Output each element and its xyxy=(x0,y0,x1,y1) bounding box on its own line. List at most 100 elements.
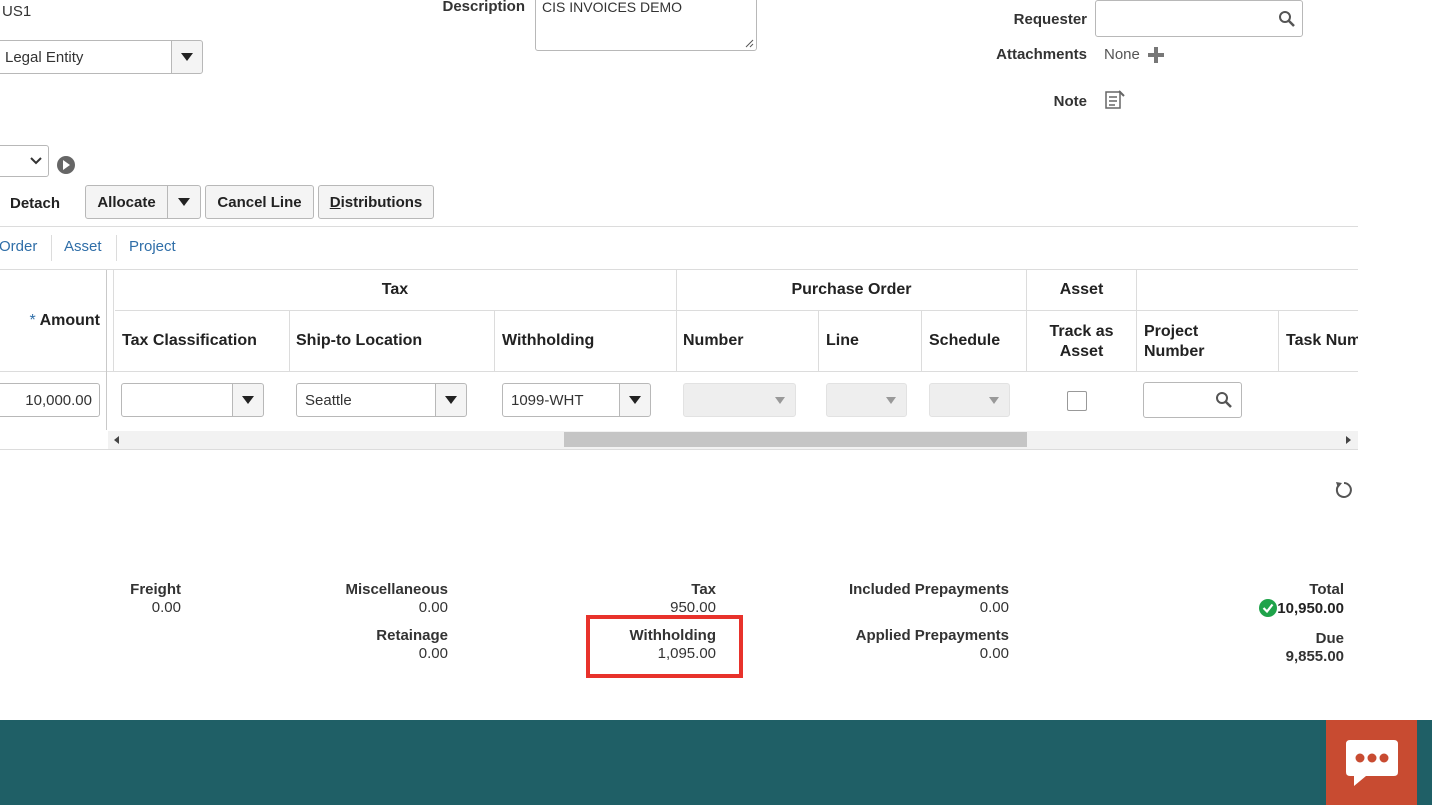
chevron-down-icon xyxy=(989,397,999,404)
tax-total-value: 950.00 xyxy=(670,599,716,616)
tax-total-label: Tax xyxy=(691,581,716,598)
invoice-total-label: Total xyxy=(1309,581,1344,598)
requester-input[interactable] xyxy=(1095,0,1303,37)
chevron-down-icon xyxy=(178,198,190,206)
note-icon[interactable] xyxy=(1105,90,1125,110)
withholding-select[interactable]: 1099-WHT xyxy=(502,383,620,417)
po-schedule-select xyxy=(929,383,1010,417)
chat-button[interactable] xyxy=(1326,720,1417,805)
attachments-value: None xyxy=(1104,46,1140,63)
legal-entity-placeholder: Legal Entity xyxy=(5,48,84,66)
withholding-total-value: 1,095.00 xyxy=(657,645,716,662)
tab-asset[interactable]: Asset xyxy=(64,238,102,255)
toolbar-divider xyxy=(0,226,1358,227)
col-divider xyxy=(289,311,290,371)
amount-header-label: Amount xyxy=(39,312,100,329)
table-bottom-border xyxy=(0,449,1358,450)
track-as-asset-checkbox[interactable] xyxy=(1067,391,1087,411)
business-unit-value: US1 xyxy=(2,3,32,20)
amount-header[interactable]: * Amount xyxy=(0,312,100,330)
po-number-header[interactable]: Number xyxy=(683,332,743,350)
project-number-input[interactable] xyxy=(1143,382,1242,418)
chevron-down-icon xyxy=(445,396,457,404)
withholding-header[interactable]: Withholding xyxy=(502,332,594,350)
amount-value: 10,000.00 xyxy=(25,391,92,409)
invoice-total-row: 10,950.00 xyxy=(1200,599,1344,617)
asset-group-header: Asset xyxy=(1059,281,1104,298)
scroll-left-arrow[interactable] xyxy=(114,436,119,444)
description-textarea[interactable]: CIS INVOICES DEMO xyxy=(535,0,757,51)
footer-banner xyxy=(0,720,1432,805)
scrollbar-thumb[interactable] xyxy=(564,432,1027,447)
frozen-column-divider xyxy=(106,270,107,430)
miscellaneous-value: 0.00 xyxy=(418,599,448,616)
legal-entity-select[interactable]: Legal Entity xyxy=(0,40,172,74)
detach-label: Detach xyxy=(10,194,61,212)
description-label: Description xyxy=(442,0,525,15)
resize-handle-icon[interactable] xyxy=(745,39,754,48)
tab-order[interactable]: Order xyxy=(0,238,37,255)
distributions-label: istributions xyxy=(340,193,423,211)
miscellaneous-label: Miscellaneous xyxy=(345,581,448,598)
tax-classification-dropdown-button[interactable] xyxy=(232,383,264,417)
detach-button[interactable]: Detach xyxy=(0,186,68,220)
chevron-down-icon xyxy=(886,397,896,404)
po-number-select xyxy=(683,383,796,417)
col-divider xyxy=(818,311,819,371)
tab-project[interactable]: Project xyxy=(129,238,176,255)
col-divider xyxy=(1136,270,1137,371)
included-prepayments-label: Included Prepayments xyxy=(848,581,1009,598)
attachments-label: Attachments xyxy=(996,46,1087,63)
project-number-header[interactable]: Project Number xyxy=(1144,322,1204,362)
project-number-header-line1: Project xyxy=(1144,323,1199,340)
due-value: 9,855.00 xyxy=(1285,648,1344,665)
add-icon[interactable] xyxy=(1147,46,1165,64)
purchase-order-group-header: Purchase Order xyxy=(791,281,912,298)
col-divider xyxy=(494,311,495,371)
tax-classification-select[interactable] xyxy=(121,383,233,417)
invoice-total-value: 10,950.00 xyxy=(1277,599,1344,617)
amount-input[interactable]: 10,000.00 xyxy=(0,383,100,417)
requester-label: Requester xyxy=(1013,11,1087,28)
view-select[interactable] xyxy=(0,145,49,177)
description-text: CIS INVOICES DEMO xyxy=(542,0,683,15)
distributions-button[interactable]: Distributions xyxy=(318,185,434,219)
project-number-header-line2: Number xyxy=(1144,343,1205,360)
chevron-down-icon xyxy=(775,397,785,404)
refresh-icon[interactable] xyxy=(1333,479,1355,501)
col-divider xyxy=(921,311,922,371)
included-prepayments-value: 0.00 xyxy=(979,599,1009,616)
search-icon[interactable] xyxy=(1278,10,1296,28)
withholding-dropdown-button[interactable] xyxy=(619,383,651,417)
freight-label: Freight xyxy=(130,581,181,598)
chevron-down-icon xyxy=(181,53,193,61)
go-icon[interactable] xyxy=(56,155,76,175)
search-icon[interactable] xyxy=(1215,391,1233,409)
po-schedule-header[interactable]: Schedule xyxy=(929,332,1000,350)
horizontal-scrollbar[interactable] xyxy=(108,431,1358,449)
table-group-divider xyxy=(115,310,1358,311)
ship-to-location-dropdown-button[interactable] xyxy=(435,383,467,417)
distributions-mnemonic: D xyxy=(329,193,341,211)
tax-classification-header[interactable]: Tax Classification xyxy=(122,332,257,350)
check-circle-icon xyxy=(1259,599,1278,617)
track-as-asset-header[interactable]: Track as Asset xyxy=(1027,322,1136,362)
po-line-select xyxy=(826,383,907,417)
retainage-value: 0.00 xyxy=(418,645,448,662)
scroll-right-arrow[interactable] xyxy=(1346,436,1351,444)
task-number-header[interactable]: Task Num xyxy=(1286,332,1358,350)
ship-to-location-header[interactable]: Ship-to Location xyxy=(296,332,422,350)
po-line-header[interactable]: Line xyxy=(826,332,859,350)
legal-entity-dropdown-button[interactable] xyxy=(171,40,203,74)
cancel-line-button[interactable]: Cancel Line xyxy=(205,185,314,219)
cancel-line-label: Cancel Line xyxy=(217,193,302,211)
ship-to-location-select[interactable]: Seattle xyxy=(296,383,436,417)
retainage-label: Retainage xyxy=(376,627,448,644)
chevron-down-icon xyxy=(242,396,254,404)
required-mark: * xyxy=(29,312,36,329)
allocate-menu-button[interactable] xyxy=(167,185,201,219)
table-top-border xyxy=(0,269,1358,270)
table-header-bottom xyxy=(0,371,1358,372)
tab-separator xyxy=(116,235,117,261)
allocate-button[interactable]: Allocate xyxy=(85,185,168,219)
